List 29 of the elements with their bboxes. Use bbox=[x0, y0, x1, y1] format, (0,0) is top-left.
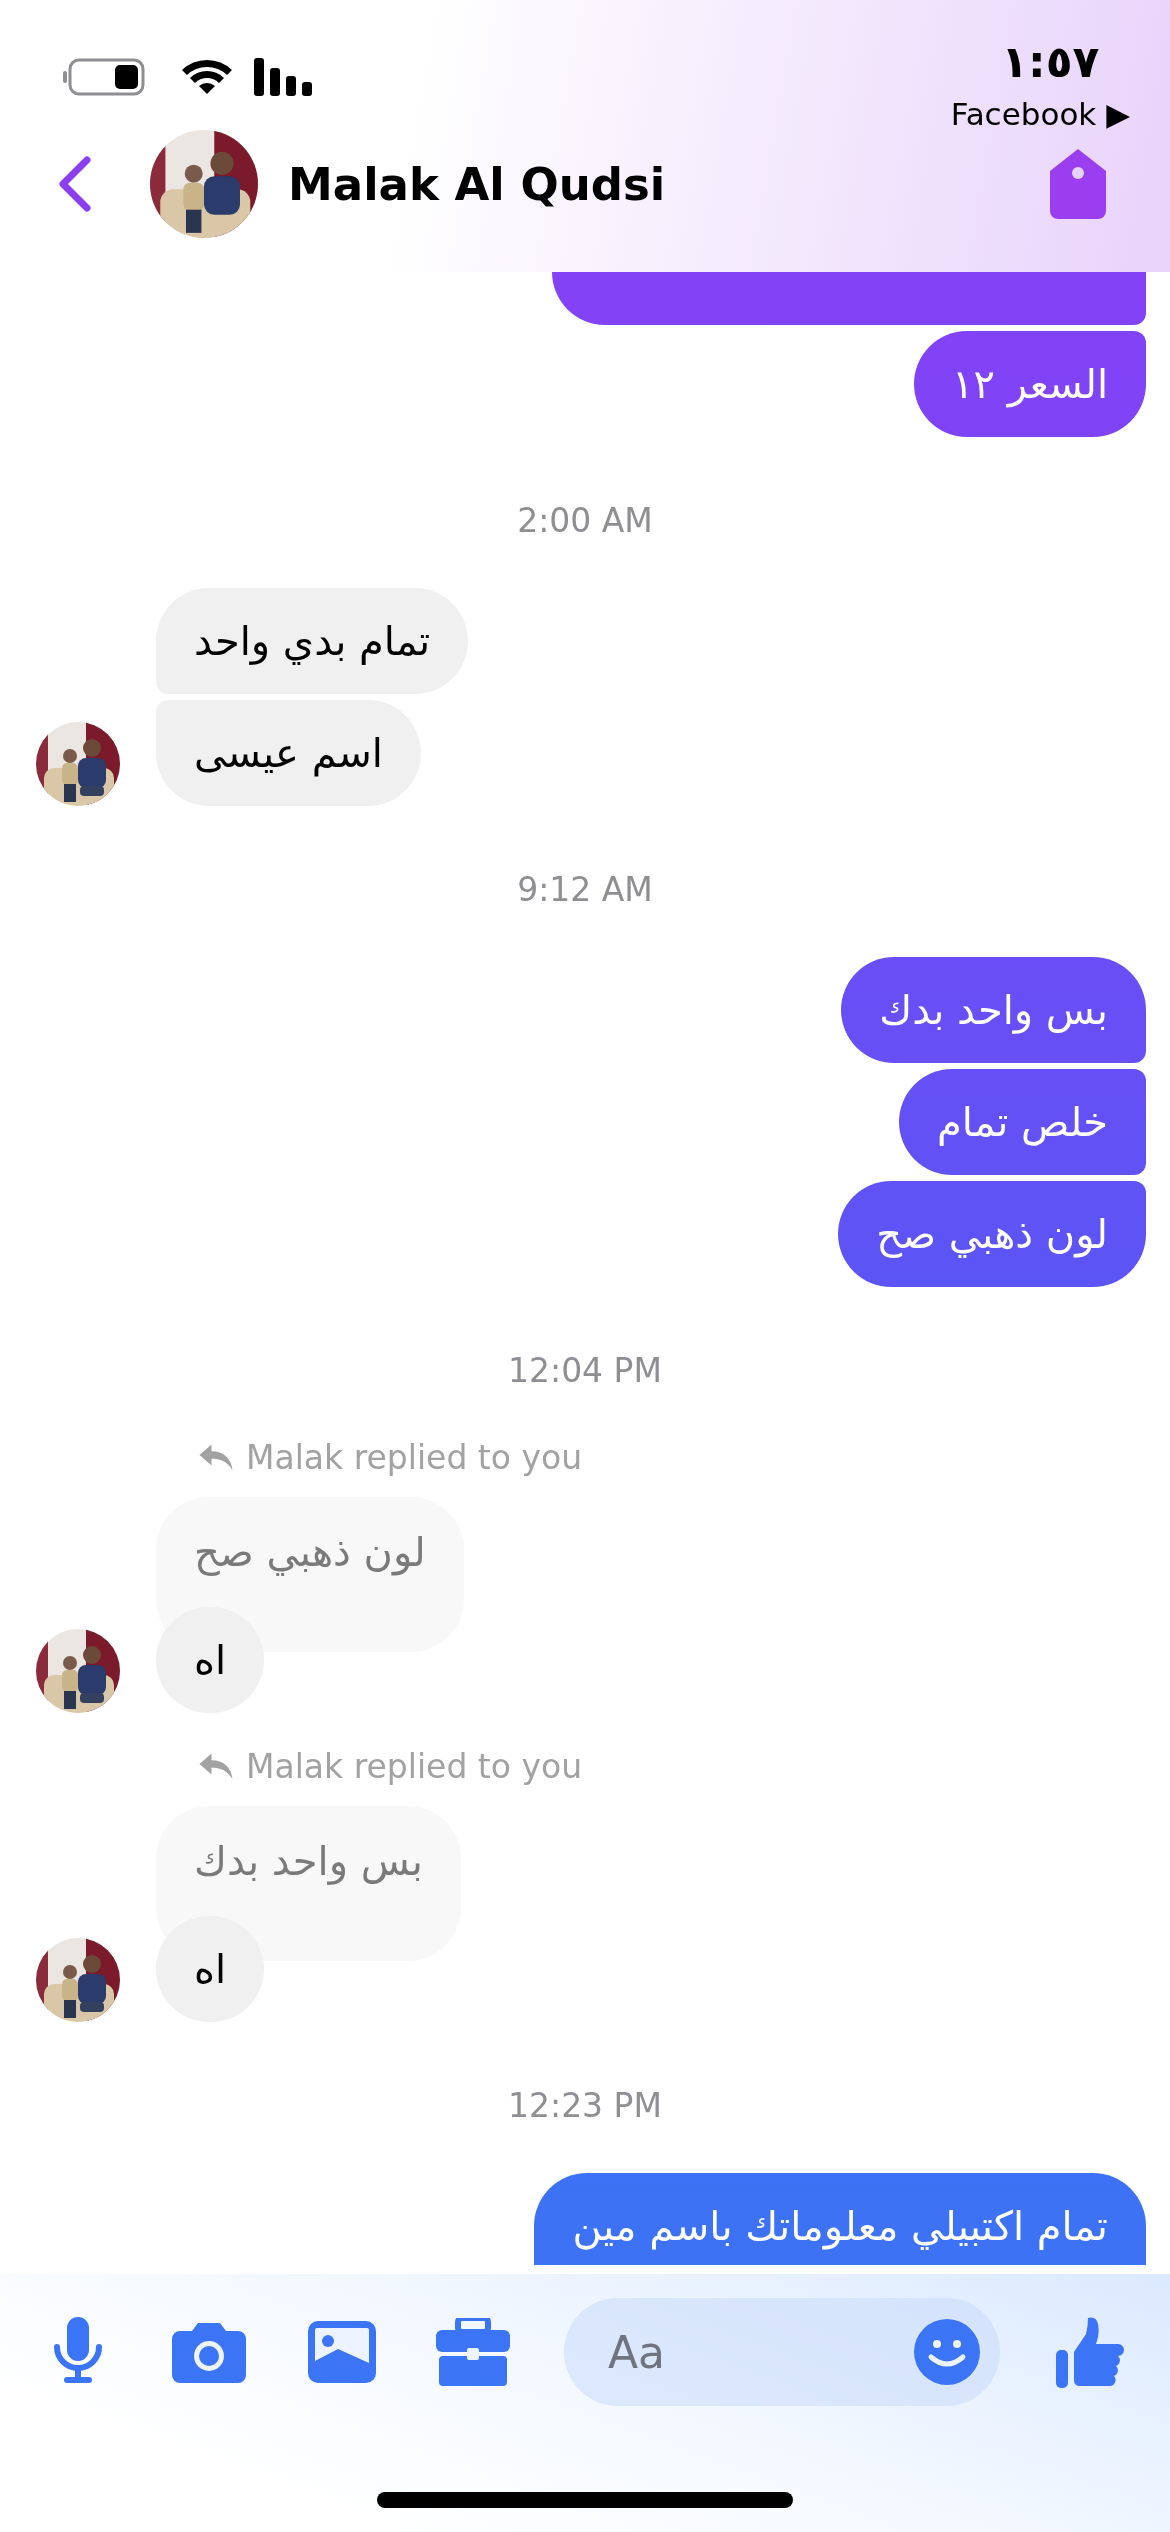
message-bubble[interactable] bbox=[552, 272, 1146, 325]
briefcase-icon[interactable] bbox=[436, 2318, 510, 2386]
message-bubble[interactable]: خلص تمام bbox=[899, 1069, 1146, 1175]
reply-label: Malak replied to you bbox=[246, 1747, 583, 1787]
back-icon[interactable] bbox=[58, 156, 92, 212]
message-bubble[interactable]: اه bbox=[156, 1916, 264, 2022]
timestamp: 12:23 PM bbox=[508, 2086, 662, 2126]
message-bubble[interactable]: اسم عيسى bbox=[156, 700, 421, 806]
camera-icon[interactable] bbox=[172, 2321, 246, 2383]
message-bubble[interactable]: السعر ١٢ bbox=[913, 331, 1146, 437]
contact-name[interactable]: Malak Al Qudsi bbox=[288, 157, 1050, 211]
wifi-icon bbox=[182, 58, 232, 96]
clock: ١:٥٧ bbox=[1001, 38, 1100, 86]
message-bubble[interactable]: بس واحد بدك bbox=[841, 957, 1146, 1063]
message-bubble[interactable]: اه bbox=[156, 1607, 264, 1713]
emoji-icon[interactable] bbox=[914, 2319, 980, 2385]
timestamp: 9:12 AM bbox=[517, 870, 653, 910]
message-field[interactable]: Aa bbox=[564, 2298, 1000, 2406]
timestamp: 2:00 AM bbox=[517, 501, 653, 541]
message-bubble[interactable]: تمام بدي واحد bbox=[156, 588, 469, 694]
tag-icon[interactable] bbox=[1050, 149, 1106, 219]
back-to-app-link[interactable]: Facebook ▶ bbox=[950, 94, 1130, 134]
message-bubble[interactable]: لون ذهبي صح bbox=[838, 1181, 1146, 1287]
signal-icon bbox=[254, 58, 314, 96]
timestamp: 12:04 PM bbox=[508, 1351, 662, 1391]
message-bubble[interactable]: تمام اكتبيلي معلوماتك باسم مين bbox=[534, 2173, 1146, 2265]
thumbs-up-icon[interactable] bbox=[1056, 2316, 1124, 2388]
reply-label: Malak replied to you bbox=[246, 1438, 583, 1478]
gallery-icon[interactable] bbox=[308, 2321, 376, 2383]
